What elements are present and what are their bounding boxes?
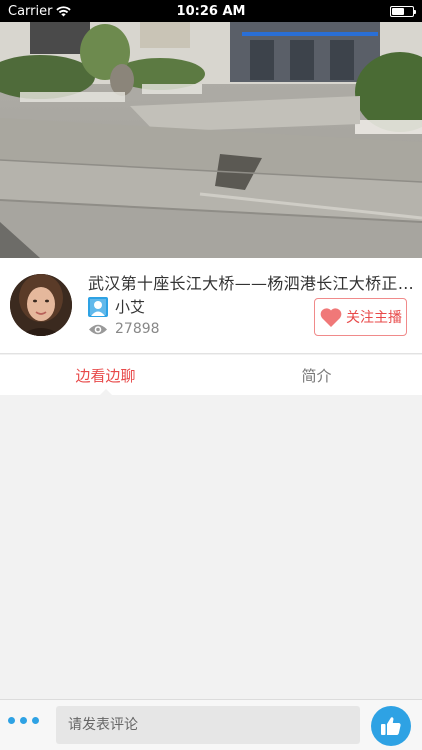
status-bar: Carrier 10:26 AM bbox=[0, 0, 422, 22]
video-player[interactable] bbox=[0, 22, 422, 258]
tab-chat[interactable]: 边看边聊 bbox=[0, 355, 211, 395]
more-dot bbox=[20, 717, 27, 724]
wifi-icon bbox=[56, 5, 72, 16]
eye-icon bbox=[89, 324, 107, 334]
comment-input[interactable] bbox=[56, 706, 360, 744]
thumbs-up-icon bbox=[381, 717, 401, 735]
carrier-label: Carrier bbox=[8, 3, 53, 19]
follow-host-button[interactable]: 关注主播 bbox=[314, 298, 407, 336]
user-icon bbox=[88, 296, 108, 317]
view-count: 27898 bbox=[115, 321, 160, 337]
host-row: 小艾 bbox=[88, 296, 145, 317]
follow-label: 关注主播 bbox=[346, 310, 402, 326]
stream-info-panel: 武汉第十座长江大桥——杨泗港长江大桥正… 小艾 27898 关注主播 bbox=[0, 258, 422, 354]
more-options-button[interactable] bbox=[8, 717, 39, 724]
views-row: 27898 bbox=[88, 321, 160, 337]
more-dot bbox=[32, 717, 39, 724]
tab-bar: 边看边聊 简介 bbox=[0, 355, 422, 395]
tab-intro-label: 简介 bbox=[301, 366, 332, 385]
host-avatar[interactable] bbox=[10, 274, 72, 336]
like-button[interactable] bbox=[371, 706, 411, 746]
video-frame bbox=[0, 22, 422, 258]
heart-icon bbox=[320, 307, 342, 327]
battery-level bbox=[392, 7, 404, 15]
comment-bar bbox=[0, 699, 422, 750]
live-stream-screen: Carrier 10:26 AM 武汉第十座长江大桥——杨泗港长江大桥正… 小艾… bbox=[0, 0, 422, 750]
avatar-image bbox=[10, 274, 72, 336]
status-left: Carrier bbox=[8, 3, 72, 19]
chat-message-list[interactable] bbox=[0, 395, 422, 699]
tab-chat-label: 边看边聊 bbox=[75, 366, 136, 385]
host-name: 小艾 bbox=[115, 298, 146, 316]
stream-title: 武汉第十座长江大桥——杨泗港长江大桥正… bbox=[88, 274, 415, 293]
more-dot bbox=[8, 717, 15, 724]
tab-intro[interactable]: 简介 bbox=[211, 355, 422, 395]
battery-icon bbox=[390, 5, 416, 17]
